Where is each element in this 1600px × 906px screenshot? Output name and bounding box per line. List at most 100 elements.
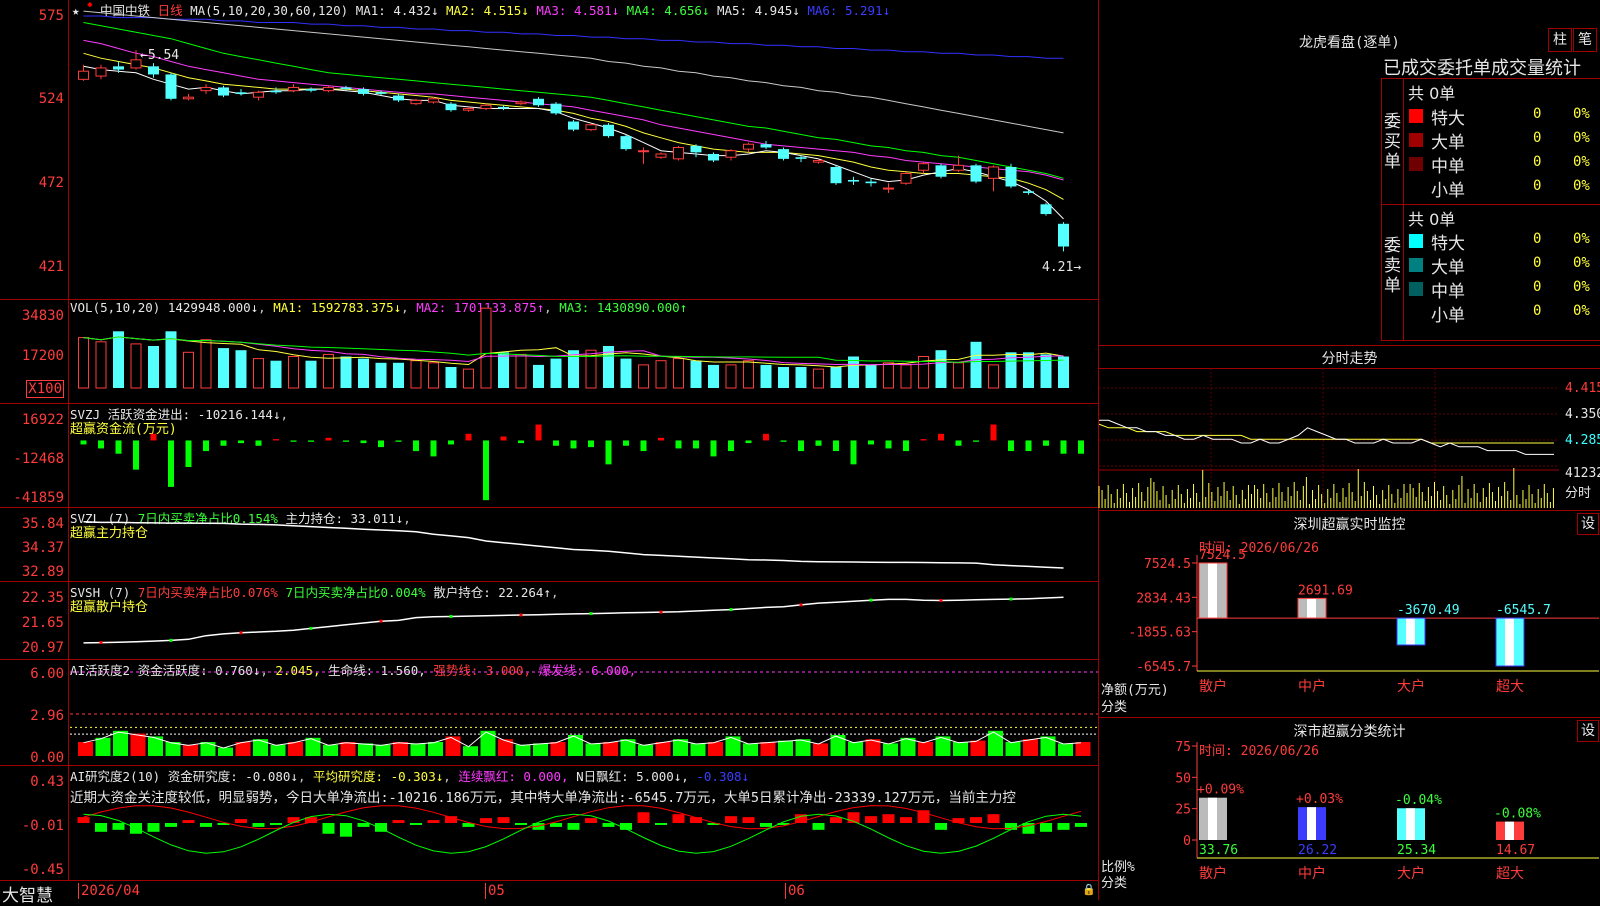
volume-axis: 34830 17200 X100: [0, 300, 69, 403]
svzl-tick: 32.89: [21, 564, 64, 580]
sw-chart: 7524.5 2834.43 -1855.63 -6545.7 7524.5 散户 2691…: [1128, 548, 1599, 695]
tick-mode-button[interactable]: 笔: [1573, 28, 1597, 52]
candle-body: [515, 101, 527, 105]
svzl-axis: 35.84 34.37 32.89: [0, 508, 69, 581]
volume-bar: [148, 346, 159, 388]
candle-body: [620, 136, 632, 150]
sw-value-label: -3670.49: [1397, 603, 1460, 618]
svzj-bar: [868, 440, 874, 445]
ai1-bar: [585, 743, 601, 756]
fenshi-panel[interactable]: 分时走势 4.415 4.350 4.285 41232 分时: [1098, 346, 1600, 510]
candle-body: [393, 95, 404, 101]
ai2-bar: [567, 823, 580, 830]
ai2-bar: [1040, 823, 1052, 832]
lock-icon[interactable]: 🔒: [1082, 883, 1096, 896]
buy-row: 中单 0 0%: [1381, 152, 1600, 177]
candle-body: [778, 149, 789, 159]
lhb-tabs[interactable]: 已成交委托单成交量统计: [1383, 54, 1581, 80]
svzl-panel[interactable]: 35.84 34.37 32.89 SVZL (7) 7日内买卖净占比0.154…: [0, 508, 1098, 582]
ai1-bar: [1075, 742, 1091, 756]
ai2-bar: [270, 823, 282, 825]
volume-bar: [183, 351, 194, 389]
svzj-bar: [500, 436, 507, 441]
candle-body: [795, 157, 807, 159]
ai1-bar: [1040, 736, 1056, 756]
candle-body: [148, 66, 159, 75]
svzj-bar: [255, 440, 262, 446]
ai2-bar: [637, 812, 650, 823]
candle-body: [1040, 204, 1052, 215]
svzl-chart[interactable]: [70, 508, 1098, 582]
ai1-bar: [568, 735, 583, 756]
ai1-bar: [375, 744, 391, 756]
svzj-bar: [115, 440, 122, 454]
ai2-chart[interactable]: [70, 766, 1098, 880]
svzj-bar: [850, 440, 857, 465]
candle-body: [445, 103, 457, 111]
volume-bar: [288, 356, 299, 389]
ma5-line: [83, 10, 1064, 134]
svsh-marker: [449, 614, 453, 618]
ai2-bar: [987, 814, 1000, 823]
ai2-tick: -0.01: [21, 818, 64, 834]
sf-value-label: 14.67: [1496, 843, 1535, 858]
ai1-bar: [410, 743, 426, 756]
volume-panel[interactable]: 34830 17200 X100 VOL(5,10,20) 1429948.00…: [0, 300, 1098, 404]
volume-bar: [235, 350, 247, 388]
kline-chart[interactable]: [70, 0, 1098, 300]
ai2-red-line: [83, 805, 1082, 830]
volume-chart[interactable]: [70, 300, 1098, 404]
ai2-bar: [585, 818, 597, 823]
volume-bar: [113, 331, 124, 388]
candle-body: [498, 106, 509, 109]
candle-body: [183, 96, 194, 100]
ai2-bar: [410, 823, 422, 825]
sf-value-label: 33.76: [1199, 843, 1238, 858]
volume-tick: 34830: [21, 308, 64, 324]
lhb-title: 龙虎看盘(逐单): [1299, 35, 1400, 51]
bar-mode-button[interactable]: 柱: [1548, 28, 1572, 52]
fenshi-vol-tick: 41232: [1565, 466, 1600, 481]
sw-bar-highlight: [1208, 563, 1217, 619]
ai2-bar: [882, 814, 895, 823]
volume-bar: [830, 367, 842, 388]
svzj-bar: [465, 433, 472, 441]
ai2-bar: [95, 823, 107, 832]
sf-category: 中户: [1298, 865, 1326, 882]
order-size-label: 中单: [1431, 282, 1465, 302]
ai-activity-panel[interactable]: 6.00 2.96 0.00 AI活跃度2 资金活跃度: 0.760↓, 2.0…: [0, 660, 1098, 766]
ai2-bar: [322, 823, 335, 834]
candle-body: [480, 104, 492, 110]
sf-bar-highlight: [1307, 807, 1316, 840]
volume-bar: [550, 358, 562, 388]
order-size-label: 特大: [1431, 109, 1465, 129]
ai-research-panel[interactable]: 0.43 -0.01 -0.45 AI研究度2(10) 资金研究度: -0.08…: [0, 766, 1098, 880]
candle-body: [638, 150, 649, 153]
svzj-chart[interactable]: [70, 404, 1098, 508]
ai1-bar: [323, 744, 338, 756]
ai2-bar: [252, 823, 265, 827]
fenshi-chart[interactable]: [1098, 368, 1600, 510]
svzj-panel[interactable]: 16922 -12468 -41859 SVZJ 活跃资金进出: -10216.…: [0, 404, 1098, 508]
sw-bar-highlight: [1307, 598, 1316, 619]
candle-body: [883, 187, 894, 190]
ai1-chart[interactable]: [70, 660, 1098, 766]
order-pct: 0%: [1573, 231, 1590, 247]
buy-row: 小单 0 0%: [1381, 176, 1600, 201]
order-size-label: 小单: [1431, 181, 1465, 201]
candle-body: [935, 165, 947, 177]
svzj-bar: [1043, 440, 1049, 446]
candle-body: [1005, 166, 1017, 187]
sw-xlabel: 分类: [1101, 700, 1128, 715]
fenshi-tick: 4.350: [1565, 407, 1600, 422]
ai1-bar: [340, 742, 356, 756]
svsh-panel[interactable]: 22.35 21.65 20.97 SVSH (7) 7日内买卖净占比0.076…: [0, 582, 1098, 660]
svsh-marker: [939, 599, 943, 603]
sw-category: 超大: [1496, 679, 1524, 695]
time-label: 05: [485, 883, 505, 899]
ai1-bar: [200, 742, 216, 756]
kline-panel[interactable]: 575 524 472 421 ★ ◆ 中国中铁 日线 MA(5,10,20,3…: [0, 0, 1098, 300]
svsh-chart[interactable]: [70, 582, 1098, 660]
ai1-bar: [550, 742, 566, 756]
buy-total: 共 0单: [1408, 84, 1456, 103]
